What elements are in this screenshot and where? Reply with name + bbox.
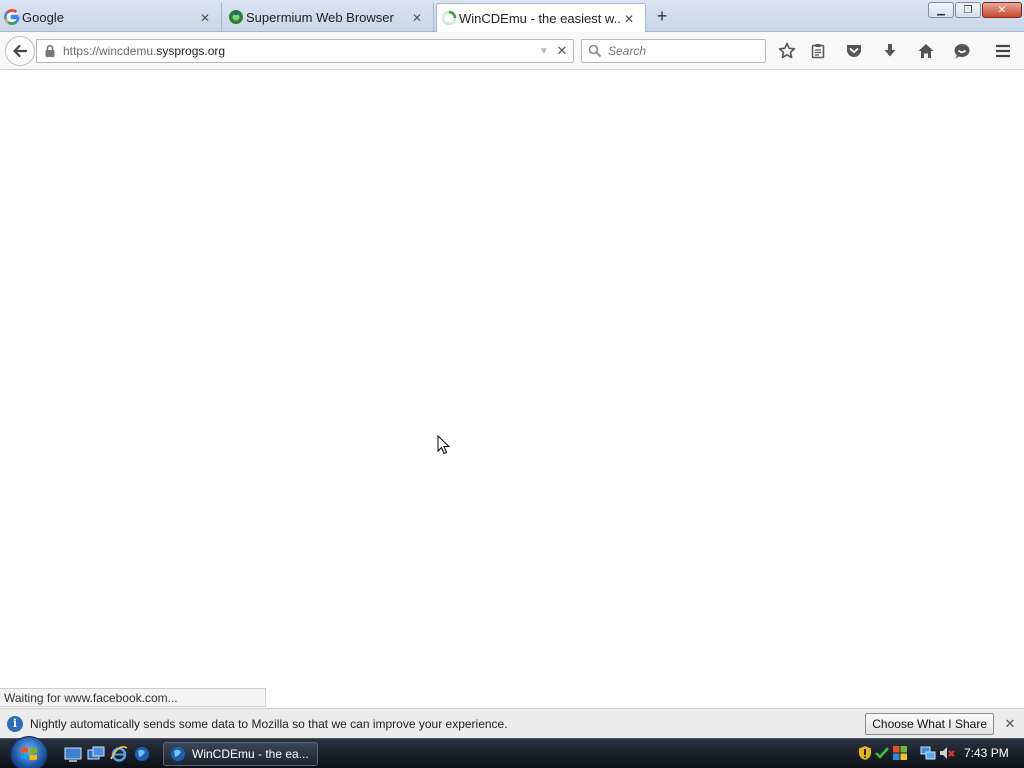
browser-globe-icon[interactable] [133,745,151,763]
info-icon: i [7,715,23,732]
url-bar[interactable]: https://wincdemu.sysprogs.org ▼ ✕ [36,39,574,63]
windows-taskbar: WinCDEmu - the ea... 7:43 PM [0,736,1024,768]
back-arrow-icon [13,44,28,58]
lock-icon [45,44,55,57]
supermium-icon [229,10,243,24]
history-dropdown-icon[interactable]: ▼ [537,46,551,57]
mouse-cursor-icon [437,435,451,455]
tab-wincdemu[interactable]: WinCDEmu - the easiest w... ✕ [436,3,646,33]
tab-close-icon[interactable]: ✕ [197,10,213,26]
window-controls: ▁ ❐ ✕ [928,2,1022,18]
restore-button[interactable]: ❐ [955,2,981,18]
bookmarks-menu-button[interactable] [808,41,828,61]
url-domain: sysprogs.org [156,44,226,58]
open-menu-button[interactable] [993,41,1013,61]
security-shield-icon[interactable] [857,745,873,761]
windows-security-icon[interactable] [892,745,908,761]
status-panel: Waiting for www.facebook.com... [0,688,266,707]
pocket-icon [847,45,861,57]
search-input[interactable] [608,44,758,58]
checkmark-tray-icon[interactable] [874,745,890,761]
url-prefix: https://wincdemu. [63,44,157,58]
home-button[interactable] [916,41,936,61]
volume-muted-icon[interactable] [939,745,955,761]
taskbar-window-wincdemu[interactable]: WinCDEmu - the ea... [163,742,318,766]
tab-google[interactable]: Google ✕ [0,3,222,32]
new-tab-button[interactable]: + [652,6,672,26]
pocket-button[interactable] [844,41,864,61]
system-clock[interactable]: 7:43 PM [964,746,1009,760]
choose-what-i-share-button[interactable]: Choose What I Share [865,712,994,735]
download-arrow-icon [884,44,896,57]
search-box[interactable] [581,39,766,63]
downloads-button[interactable] [880,41,900,61]
page-content [0,71,1024,708]
tab-close-icon[interactable]: ✕ [621,11,637,27]
google-g-icon [4,9,20,25]
chat-bubble-icon [954,44,970,59]
tab-strip: Google ✕ Supermium Web Browser ✕ WinCDEm… [0,0,1024,33]
windows-logo-icon [21,747,37,761]
taskbar-window-label: WinCDEmu - the ea... [192,747,309,761]
internet-explorer-icon[interactable] [110,745,128,763]
start-button[interactable] [10,736,48,768]
tab-title: Supermium Web Browser [246,10,394,25]
hello-chat-button[interactable] [952,41,972,61]
notification-bar: i Nightly automatically sends some data … [0,708,1024,738]
navigation-toolbar: https://wincdemu.sysprogs.org ▼ ✕ [0,32,1024,70]
show-desktop-icon[interactable] [64,745,82,763]
tab-supermium[interactable]: Supermium Web Browser ✕ [224,3,434,32]
star-icon [778,42,796,59]
notification-message: Nightly automatically sends some data to… [30,716,508,731]
clipboard-icon [811,44,825,59]
tab-title: WinCDEmu - the easiest w... [459,11,621,26]
loading-spinner-icon [441,10,457,26]
back-button[interactable] [5,36,35,66]
url-text[interactable]: https://wincdemu.sysprogs.org [63,44,537,58]
stop-loading-icon[interactable]: ✕ [551,43,573,59]
browser-globe-icon [171,747,185,761]
notification-close-icon[interactable]: ✕ [1002,716,1018,732]
switch-windows-icon[interactable] [87,745,105,763]
tab-close-icon[interactable]: ✕ [409,10,425,26]
network-icon[interactable] [920,745,936,761]
hamburger-menu-icon [996,44,1010,58]
bookmark-star-button[interactable] [777,41,797,61]
search-icon [588,44,602,58]
status-text: Waiting for www.facebook.com... [4,691,178,705]
minimize-button[interactable]: ▁ [928,2,954,18]
close-window-button[interactable]: ✕ [982,2,1022,18]
tab-title: Google [22,10,64,25]
home-icon [918,44,934,58]
